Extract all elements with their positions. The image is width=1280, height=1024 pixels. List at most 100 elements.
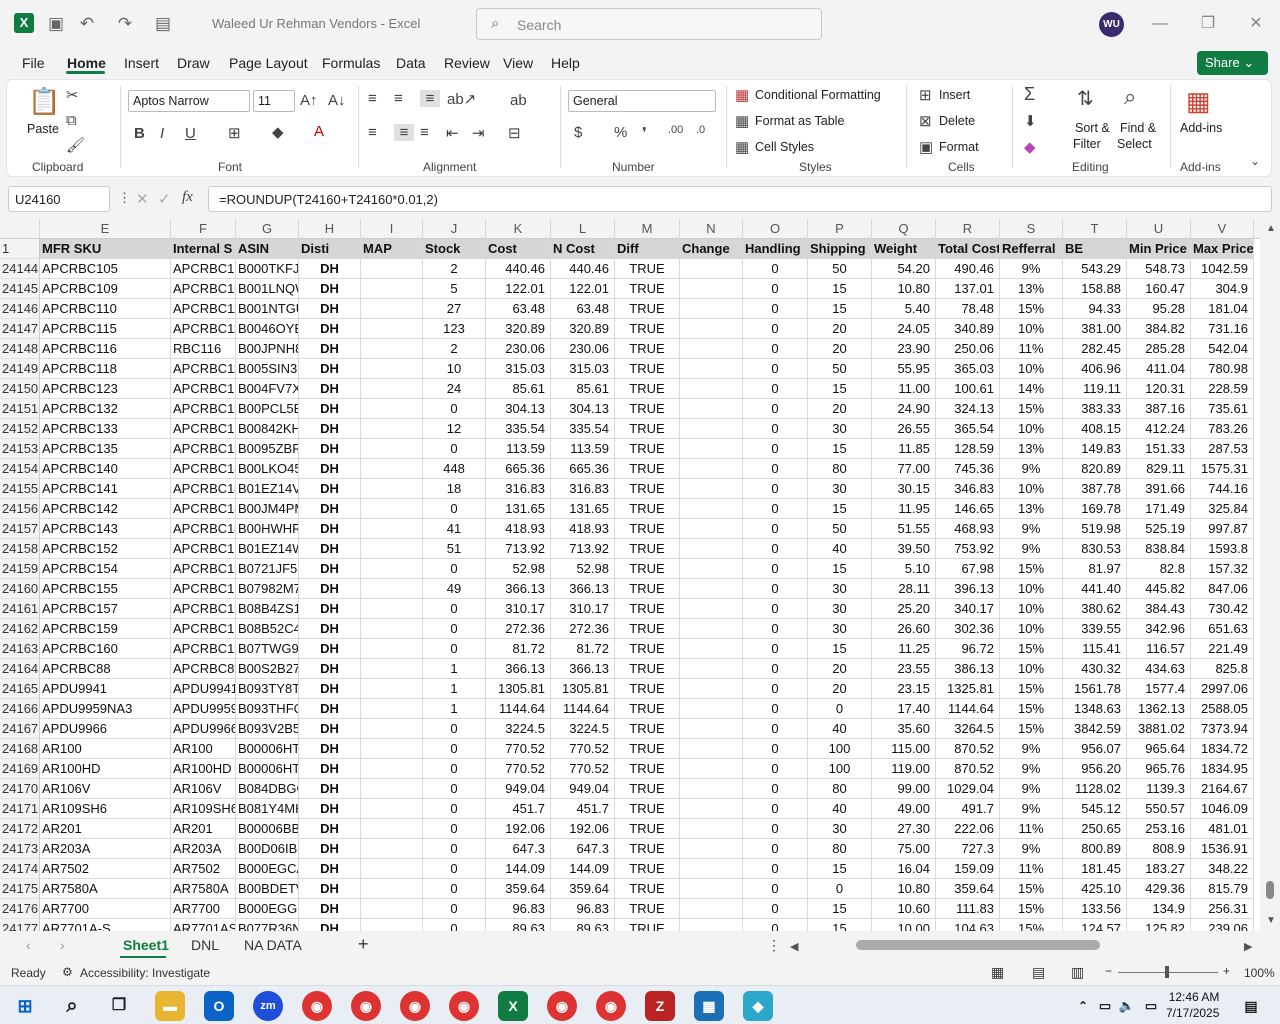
cell[interactable]: TRUE [615,819,680,839]
cell[interactable] [361,699,423,719]
delete-cells-button[interactable]: Delete [939,114,975,128]
row-header[interactable]: 1 [0,239,40,259]
cell[interactable]: 40 [808,539,872,559]
cell[interactable]: APCRBC155 [40,579,171,599]
cell[interactable]: 15% [1000,639,1063,659]
cell[interactable]: DH [299,719,361,739]
cell[interactable]: 15 [808,299,872,319]
cell[interactable]: 0 [743,379,808,399]
menu-formulas[interactable]: Formulas [322,55,380,71]
cell[interactable]: 116.57 [1127,639,1191,659]
conditional-formatting-button[interactable]: Conditional Formatting [755,88,881,102]
column-header[interactable]: O [743,219,808,239]
cell[interactable]: 316.83 [551,479,615,499]
cell[interactable] [361,579,423,599]
cell[interactable]: APCRBC16 [171,639,236,659]
cell[interactable]: 222.06 [936,819,1000,839]
cell[interactable]: TRUE [615,259,680,279]
cell[interactable]: 40 [808,799,872,819]
cell[interactable]: 169.78 [1063,499,1127,519]
cell[interactable]: RBC116 [171,339,236,359]
cell[interactable] [361,359,423,379]
increase-font-icon[interactable]: A↑ [300,92,318,109]
cell[interactable]: 24 [423,379,486,399]
cell[interactable]: 3881.02 [1127,719,1191,739]
cell[interactable]: AR109SH6 [171,799,236,819]
cell[interactable]: 830.53 [1063,539,1127,559]
cell[interactable]: DH [299,799,361,819]
cell[interactable]: 441.40 [1063,579,1127,599]
paste-icon[interactable]: 📋 [28,86,60,117]
cell[interactable]: DH [299,339,361,359]
cell[interactable]: DH [299,659,361,679]
cell[interactable]: B000EGGR [236,899,299,919]
cell[interactable]: APCRBC118 [40,359,171,379]
cell[interactable]: 9% [1000,539,1063,559]
cell[interactable]: 1305.81 [486,679,551,699]
prev-sheet-icon[interactable]: ‹ [26,937,31,953]
cell[interactable]: 315.03 [486,359,551,379]
cell[interactable]: TRUE [615,399,680,419]
cell[interactable]: 253.16 [1127,819,1191,839]
cell[interactable]: 250.06 [936,339,1000,359]
cell[interactable]: 15 [808,439,872,459]
header-cell[interactable]: ASIN [236,239,299,259]
cell[interactable]: 386.13 [936,659,1000,679]
cell[interactable] [680,439,743,459]
cell[interactable]: 320.89 [486,319,551,339]
header-cell[interactable]: BE [1063,239,1127,259]
cell[interactable]: DH [299,259,361,279]
insert-cells-icon[interactable]: ⊞ [919,86,932,104]
cell[interactable]: B093V2B53 [236,719,299,739]
header-cell[interactable]: Total Cost [936,239,1000,259]
cell[interactable]: B00006BB [236,819,299,839]
cell[interactable]: 1046.09 [1191,799,1254,819]
cell[interactable]: 997.87 [1191,519,1254,539]
cell[interactable] [361,819,423,839]
cell[interactable] [361,619,423,639]
cell[interactable]: 340.17 [936,599,1000,619]
cell[interactable]: 0 [743,619,808,639]
cell[interactable] [680,739,743,759]
cell[interactable]: APCRBC11 [171,359,236,379]
row-header[interactable]: 24177 [0,919,40,931]
cell[interactable]: 20 [808,339,872,359]
cell[interactable]: 3224.5 [551,719,615,739]
cell[interactable]: 0 [743,659,808,679]
cell[interactable]: 0 [743,779,808,799]
cell[interactable] [361,659,423,679]
italic-icon[interactable]: I [160,125,164,142]
row-header[interactable]: 24166 [0,699,40,719]
cell[interactable]: TRUE [615,479,680,499]
search-taskbar-icon[interactable]: ⌕ [57,991,87,1021]
tab-sheet1[interactable]: Sheet1 [123,937,169,953]
cell[interactable]: DH [299,839,361,859]
cell[interactable]: 870.52 [936,759,1000,779]
cell[interactable]: 2588.05 [1191,699,1254,719]
insert-cells-button[interactable]: Insert [939,88,970,102]
cell[interactable]: 366.13 [486,579,551,599]
cell[interactable]: 315.03 [551,359,615,379]
cell[interactable]: 425.10 [1063,879,1127,899]
cell[interactable]: DH [299,599,361,619]
cell[interactable] [361,859,423,879]
cell[interactable]: AR7580A [40,879,171,899]
cell[interactable]: 146.65 [936,499,1000,519]
cell[interactable]: 320.89 [551,319,615,339]
cell[interactable]: 1042.59 [1191,259,1254,279]
row-header[interactable]: 24147 [0,319,40,339]
cell[interactable]: 13% [1000,499,1063,519]
cell[interactable]: 171.49 [1127,499,1191,519]
cell[interactable] [361,879,423,899]
cell[interactable]: 380.62 [1063,599,1127,619]
cell[interactable]: 81.97 [1063,559,1127,579]
cell[interactable]: 434.63 [1127,659,1191,679]
cell[interactable]: 0 [423,639,486,659]
cell[interactable]: B08B4ZS14 [236,599,299,619]
cell[interactable]: B0095ZBRI [236,439,299,459]
header-cell[interactable]: Shipping [808,239,872,259]
cell[interactable]: 63.48 [486,299,551,319]
cell[interactable]: 870.52 [936,739,1000,759]
cell[interactable] [361,899,423,919]
row-header[interactable]: 24168 [0,739,40,759]
